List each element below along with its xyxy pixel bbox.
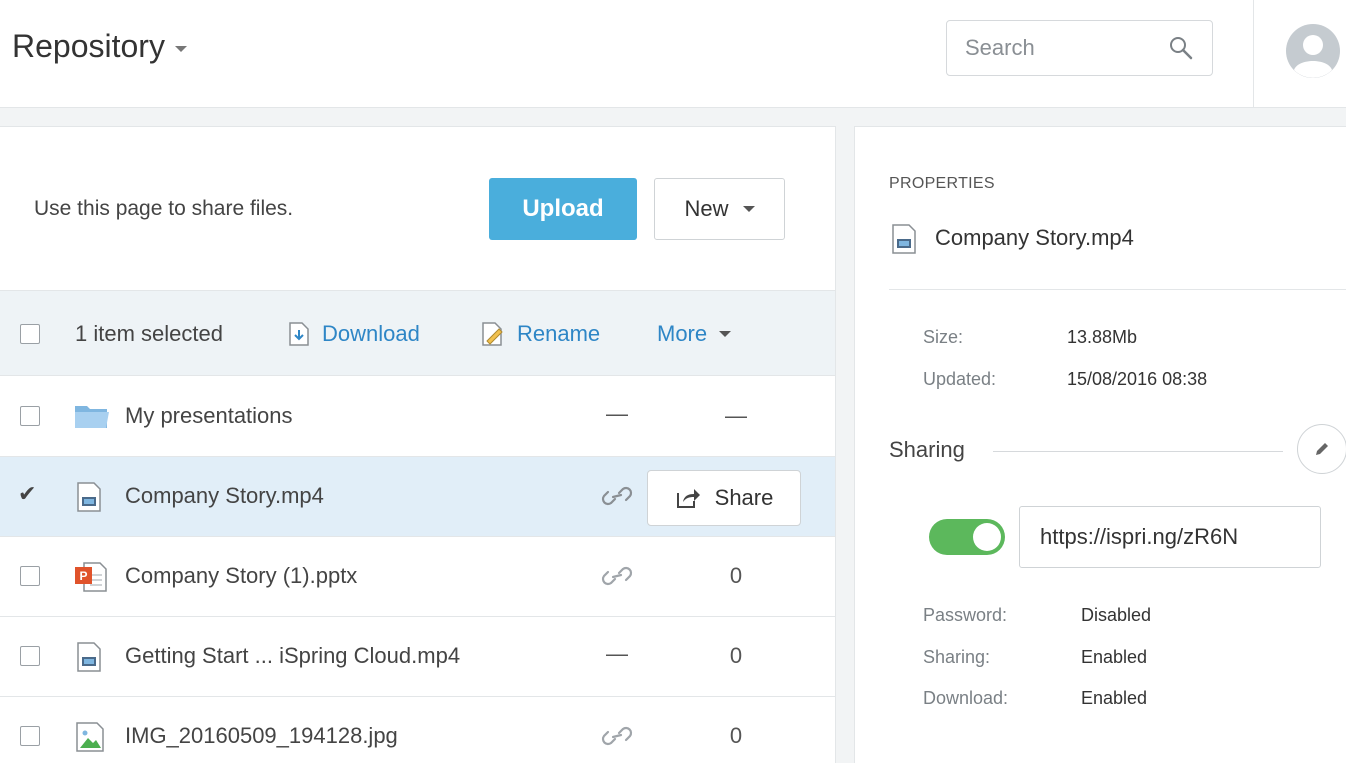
upload-button[interactable]: Upload	[489, 178, 637, 240]
selection-toolbar: 1 item selected Download Rename More	[0, 290, 835, 376]
link-status: —	[606, 641, 628, 666]
rename-icon	[482, 322, 503, 346]
file-list-panel: Use this page to share files. Upload New…	[0, 126, 836, 763]
top-header: Repository	[0, 0, 1346, 108]
file-name[interactable]: Getting Start ... iSpring Cloud.mp4	[125, 643, 460, 669]
sharing-toggle[interactable]	[929, 519, 1005, 555]
view-count: 0	[729, 563, 743, 588]
row-checkbox[interactable]	[20, 566, 40, 586]
file-row[interactable]: Getting Start ... iSpring Cloud.mp4 — 0	[0, 617, 835, 697]
file-row-selected[interactable]: ✔ Company Story.mp4 Share	[0, 457, 835, 537]
sharing-divider	[993, 451, 1283, 452]
share-url-field[interactable]	[1019, 506, 1321, 568]
file-name[interactable]: My presentations	[125, 403, 293, 429]
repository-dropdown[interactable]: Repository	[12, 28, 187, 65]
search-input[interactable]	[947, 21, 1147, 75]
rename-button[interactable]: Rename	[481, 321, 600, 347]
download-label: Download	[322, 321, 420, 346]
search-icon[interactable]	[1168, 35, 1194, 61]
chevron-down-icon	[719, 331, 732, 337]
download-row-label: Download:	[923, 688, 1009, 708]
download-row-value: Enabled	[1081, 688, 1148, 708]
new-button[interactable]: New	[654, 178, 785, 240]
view-count: —	[725, 403, 747, 428]
folder-icon	[75, 406, 109, 428]
file-name[interactable]: Company Story.mp4	[125, 483, 324, 509]
divider	[889, 289, 1346, 290]
updated-label: Updated:	[923, 369, 997, 389]
link-status: —	[606, 401, 628, 426]
row-checkbox-checked[interactable]: ✔	[18, 481, 36, 507]
download-icon	[289, 322, 309, 346]
properties-panel: PROPERTIES Company Story.mp4 Size: 13.88…	[854, 126, 1346, 763]
more-label: More	[657, 321, 708, 346]
sharing-section-label: Sharing	[889, 437, 965, 462]
row-checkbox[interactable]	[20, 726, 40, 746]
password-label: Password:	[923, 605, 1008, 625]
sharing-row-value: Enabled	[1081, 647, 1148, 667]
pencil-icon	[1316, 443, 1328, 455]
file-row[interactable]: P Company Story (1).pptx 0	[0, 537, 835, 617]
image-file-icon	[76, 722, 104, 752]
row-checkbox[interactable]	[20, 646, 40, 666]
chevron-down-icon	[742, 206, 755, 212]
row-checkbox[interactable]	[20, 406, 40, 426]
select-all-checkbox[interactable]	[20, 324, 40, 344]
link-icon[interactable]	[597, 719, 637, 753]
svg-text:P: P	[79, 569, 87, 583]
video-file-icon	[892, 224, 916, 254]
view-count: 0	[729, 643, 743, 668]
updated-value: 15/08/2016 08:38	[1067, 369, 1208, 389]
pptx-file-icon: P	[75, 562, 107, 592]
file-name[interactable]: Company Story (1).pptx	[125, 563, 357, 589]
size-label: Size:	[923, 327, 964, 347]
link-icon[interactable]	[597, 559, 637, 593]
file-row[interactable]: My presentations — —	[0, 377, 835, 457]
file-name[interactable]: IMG_20160509_194128.jpg	[125, 723, 398, 749]
password-value: Disabled	[1081, 605, 1152, 625]
video-file-icon	[77, 642, 101, 672]
search-box	[946, 20, 1213, 76]
user-avatar-icon[interactable]	[1286, 24, 1340, 78]
sharing-row-label: Sharing:	[923, 647, 991, 667]
page-title: Repository	[12, 28, 165, 64]
toggle-knob	[973, 523, 1001, 551]
edit-sharing-button[interactable]	[1297, 424, 1346, 474]
properties-file-name: Company Story.mp4	[935, 225, 1134, 250]
share-icon	[676, 489, 700, 508]
selected-count: 1 item selected	[75, 321, 223, 346]
new-button-label: New	[684, 196, 729, 221]
download-button[interactable]: Download	[288, 321, 420, 347]
more-button[interactable]: More	[657, 321, 732, 347]
video-file-icon	[77, 482, 101, 512]
header-divider	[1253, 0, 1254, 108]
properties-heading: PROPERTIES	[889, 175, 995, 192]
view-count: 0	[729, 723, 743, 748]
size-value: 13.88Mb	[1067, 327, 1138, 347]
link-icon[interactable]	[597, 479, 637, 513]
share-label: Share	[714, 485, 774, 510]
share-button[interactable]: Share	[647, 470, 801, 526]
chevron-down-icon	[174, 45, 187, 52]
file-row[interactable]: IMG_20160509_194128.jpg 0	[0, 697, 835, 763]
rename-label: Rename	[517, 321, 601, 346]
intro-text: Use this page to share files.	[34, 197, 294, 220]
